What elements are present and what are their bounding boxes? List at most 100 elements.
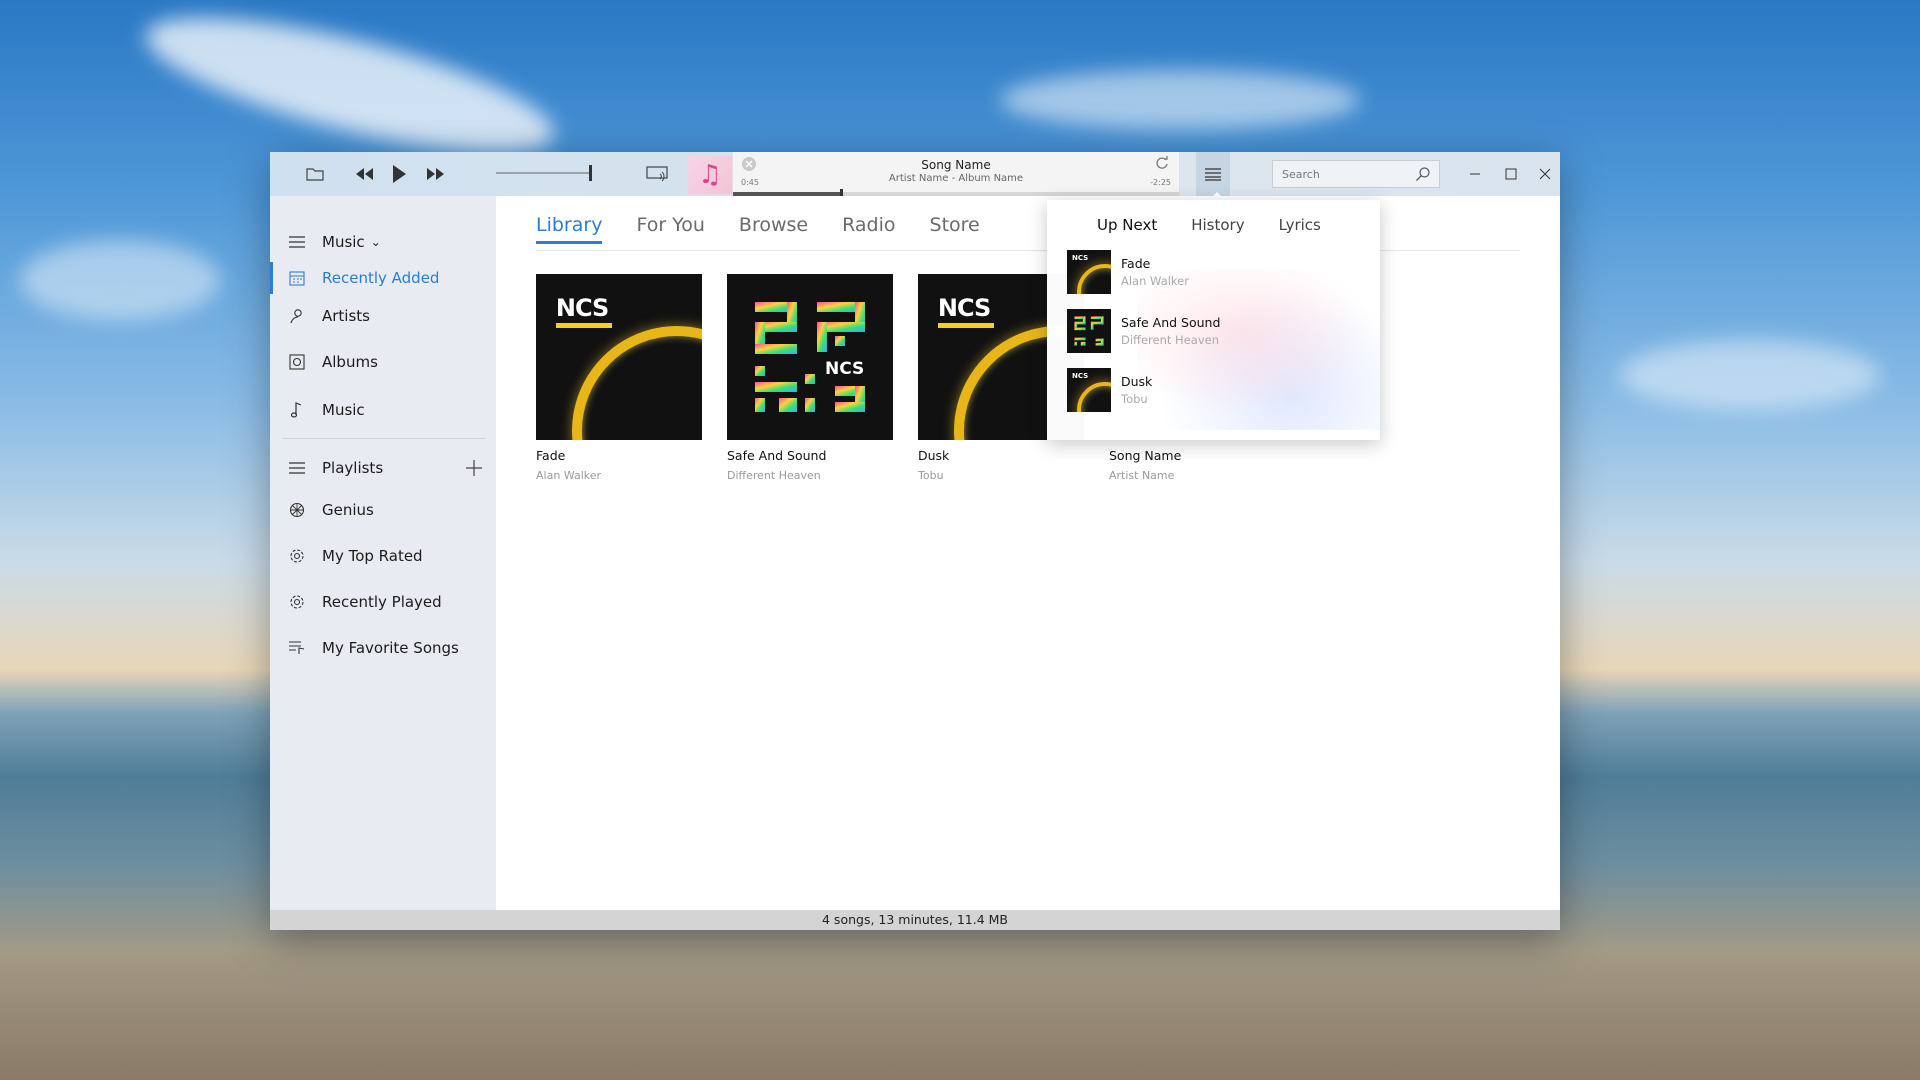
sidebar-item-my-top-rated[interactable]: My Top Rated [270, 536, 496, 576]
repeat-icon[interactable] [1155, 156, 1169, 170]
search-box[interactable]: Search [1272, 160, 1440, 188]
library-selector[interactable]: Music ⌄ [270, 222, 496, 262]
up-next-item[interactable]: NCS Fade Alan Walker [1067, 250, 1367, 294]
tab-for-you[interactable]: For You [636, 214, 704, 244]
up-next-button[interactable] [1196, 152, 1230, 196]
minimize-button[interactable] [1460, 152, 1490, 196]
sidebar-item-label: Artists [322, 307, 370, 325]
main-content: Library For You Browse Radio Store NCS F… [496, 196, 1560, 910]
folder-button[interactable] [300, 152, 330, 196]
tab-lyrics[interactable]: Lyrics [1279, 216, 1321, 234]
library-selector-label: Music [322, 233, 365, 251]
sidebar-item-recently-added[interactable]: Recently Added [270, 258, 496, 298]
background-cloud [1620, 340, 1880, 410]
ncs-logo: NCS [1072, 372, 1089, 380]
background-cloud [1000, 70, 1360, 130]
sidebar-item-label: Albums [322, 353, 378, 371]
background-cloud [20, 240, 220, 320]
airplay-icon [646, 166, 668, 182]
menu-icon [288, 233, 306, 251]
playlist-icon [288, 639, 306, 657]
up-next-item[interactable]: NCS Dusk Tobu [1067, 368, 1367, 412]
maximize-icon [1505, 168, 1517, 180]
airplay-button[interactable] [642, 152, 672, 196]
play-button[interactable] [384, 152, 414, 196]
up-next-artist: Different Heaven [1121, 333, 1219, 347]
music-note-icon [288, 401, 306, 419]
sidebar-item-albums[interactable]: Albums [270, 342, 496, 382]
sidebar-divider [282, 438, 486, 439]
album-title: Safe And Sound [727, 448, 827, 463]
close-button[interactable] [1530, 152, 1560, 196]
sidebar-item-label: Recently Added [322, 269, 440, 287]
up-next-title: Fade [1121, 256, 1151, 271]
album-artist: Tobu [918, 469, 944, 482]
album-card[interactable]: NCS Fade Alan Walker [536, 274, 702, 482]
popover-tabs: Up Next History Lyrics [1097, 216, 1355, 234]
sidebar-item-artists[interactable]: Artists [270, 296, 496, 336]
up-next-thumb-qr [1067, 309, 1111, 353]
sidebar-item-label: My Favorite Songs [322, 639, 459, 657]
now-playing-artwork[interactable]: ♫ [688, 156, 732, 194]
sidebar: Music ⌄ Recently Added Artists Albums Mu… [270, 196, 496, 910]
music-note-icon: ♫ [698, 160, 722, 190]
title-bar: ♫ 0:45 Song Name Artist Name - Album Nam… [270, 152, 1560, 196]
person-icon [288, 307, 306, 325]
album-cover-ncs[interactable]: NCS [536, 274, 702, 440]
gear-icon [288, 593, 306, 611]
tab-radio[interactable]: Radio [842, 214, 895, 244]
up-next-popover: Up Next History Lyrics NCS Fade Alan Wal… [1047, 200, 1380, 440]
tab-up-next[interactable]: Up Next [1097, 216, 1157, 234]
add-playlist-icon[interactable] [466, 460, 482, 476]
qr-pattern-art: NCS [755, 302, 865, 412]
ncs-logo: NCS [937, 294, 995, 328]
song-title: Song Name [921, 158, 991, 172]
up-next-thumb-ncs: NCS [1067, 250, 1111, 294]
artist-album: Artist Name - Album Name [888, 173, 1024, 184]
now-playing-panel[interactable]: 0:45 Song Name Artist Name - Album Name … [732, 152, 1180, 196]
volume-slider[interactable] [496, 165, 593, 181]
sidebar-item-label: Music [322, 401, 365, 419]
playlist-icon [288, 459, 306, 477]
calendar-icon [288, 269, 306, 287]
gold-ring-art [572, 326, 702, 440]
ncs-logo: NCS [1072, 254, 1089, 262]
ncs-logo: NCS [555, 294, 613, 328]
previous-button[interactable] [350, 152, 380, 196]
tab-store[interactable]: Store [930, 214, 980, 244]
folder-icon [306, 168, 324, 181]
up-next-item[interactable]: Safe And Sound Different Heaven [1067, 309, 1367, 353]
fast-forward-icon [427, 168, 444, 180]
maximize-button[interactable] [1496, 152, 1526, 196]
up-next-title: Dusk [1121, 374, 1153, 389]
album-title: Fade [536, 448, 566, 463]
tab-history[interactable]: History [1191, 216, 1244, 234]
sidebar-item-playlists[interactable]: Playlists [270, 448, 496, 488]
album-title: Dusk [918, 448, 950, 463]
minimize-icon [1470, 173, 1480, 175]
sidebar-item-label: Genius [322, 501, 374, 519]
sidebar-item-music[interactable]: Music [270, 390, 496, 430]
volume-knob[interactable] [589, 165, 593, 181]
album-artist: Artist Name [1109, 469, 1175, 482]
tab-library[interactable]: Library [536, 214, 603, 244]
sidebar-item-genius[interactable]: Genius [270, 490, 496, 530]
rewind-icon [356, 168, 373, 180]
remaining-time: -2:25 [1150, 178, 1171, 187]
sidebar-item-label: My Top Rated [322, 547, 423, 565]
gear-icon [288, 547, 306, 565]
next-button[interactable] [420, 152, 450, 196]
list-icon [1205, 168, 1221, 181]
album-card[interactable]: NCS Safe And Sound Different Heaven [727, 274, 893, 482]
album-title: Song Name [1109, 448, 1182, 463]
sidebar-item-recently-played[interactable]: Recently Played [270, 582, 496, 622]
search-icon[interactable] [1415, 166, 1431, 182]
progress-thumb[interactable] [840, 189, 844, 196]
tab-browse[interactable]: Browse [739, 214, 808, 244]
play-icon [393, 165, 406, 183]
up-next-thumb-ncs: NCS [1067, 368, 1111, 412]
sidebar-item-my-favorite-songs[interactable]: My Favorite Songs [270, 628, 496, 668]
album-artist: Different Heaven [727, 469, 821, 482]
up-next-title: Safe And Sound [1121, 315, 1221, 330]
album-cover-qr[interactable]: NCS [727, 274, 893, 440]
